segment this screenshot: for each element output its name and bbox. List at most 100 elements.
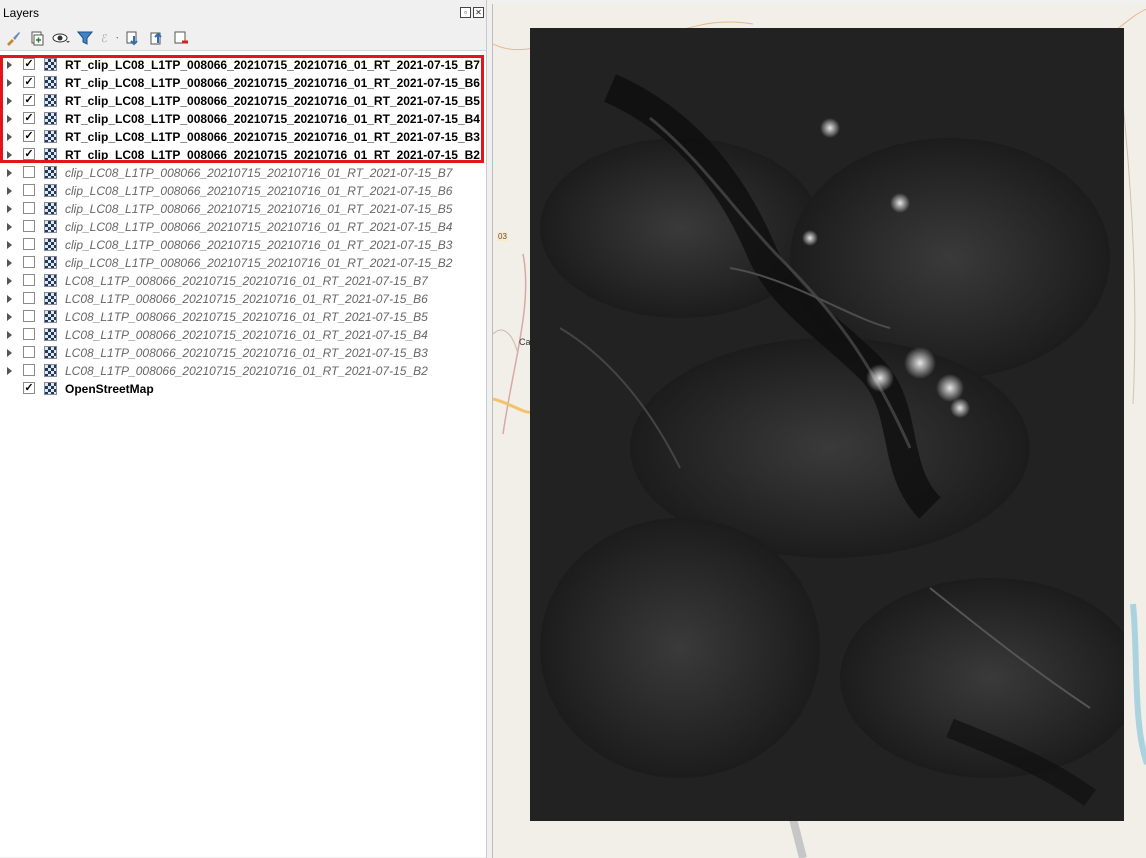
- expand-arrow-icon[interactable]: [7, 295, 12, 303]
- terrain-texture: [530, 28, 1124, 821]
- expand-arrow-icon[interactable]: [7, 349, 12, 357]
- layer-row[interactable]: clip_LC08_L1TP_008066_20210715_20210716_…: [0, 236, 484, 254]
- layer-visibility-checkbox[interactable]: ✓: [23, 130, 35, 142]
- layer-label: RT_clip_LC08_L1TP_008066_20210715_202107…: [65, 76, 480, 90]
- raster-layer-icon: [44, 130, 57, 143]
- layer-visibility-checkbox[interactable]: [23, 184, 35, 196]
- layer-visibility-checkbox[interactable]: [23, 364, 35, 376]
- raster-layer-icon: [44, 166, 57, 179]
- layer-visibility-checkbox[interactable]: [23, 274, 35, 286]
- layer-label: RT_clip_LC08_L1TP_008066_20210715_202107…: [65, 58, 480, 72]
- expand-arrow-icon[interactable]: [7, 277, 12, 285]
- layer-visibility-checkbox[interactable]: [23, 346, 35, 358]
- raster-layer-icon: [44, 346, 57, 359]
- expand-arrow-icon[interactable]: [7, 169, 12, 177]
- layer-label: clip_LC08_L1TP_008066_20210715_20210716_…: [65, 238, 453, 252]
- expand-arrow-icon[interactable]: [7, 331, 12, 339]
- layer-label: LC08_L1TP_008066_20210715_20210716_01_RT…: [65, 274, 428, 288]
- raster-layer: [530, 28, 1124, 821]
- layer-label: LC08_L1TP_008066_20210715_20210716_01_RT…: [65, 364, 428, 378]
- raster-layer-icon: [44, 292, 57, 305]
- expand-arrow-icon[interactable]: [7, 241, 12, 249]
- layer-row[interactable]: LC08_L1TP_008066_20210715_20210716_01_RT…: [0, 344, 484, 362]
- layer-label: clip_LC08_L1TP_008066_20210715_20210716_…: [65, 256, 453, 270]
- filter-icon[interactable]: [76, 29, 94, 47]
- raster-layer-icon: [44, 310, 57, 323]
- layer-label: RT_clip_LC08_L1TP_008066_20210715_202107…: [65, 148, 480, 162]
- raster-layer-icon: [44, 220, 57, 233]
- map-label-place: Ca: [519, 337, 531, 347]
- layer-visibility-checkbox[interactable]: ✓: [23, 76, 35, 88]
- layer-row[interactable]: LC08_L1TP_008066_20210715_20210716_01_RT…: [0, 272, 484, 290]
- raster-layer-icon: [44, 76, 57, 89]
- remove-layer-icon[interactable]: [172, 29, 190, 47]
- expand-all-icon[interactable]: [124, 29, 142, 47]
- layer-row[interactable]: LC08_L1TP_008066_20210715_20210716_01_RT…: [0, 326, 484, 344]
- layer-row[interactable]: clip_LC08_L1TP_008066_20210715_20210716_…: [0, 254, 484, 272]
- raster-layer-icon: [44, 238, 57, 251]
- layer-row[interactable]: clip_LC08_L1TP_008066_20210715_20210716_…: [0, 218, 484, 236]
- expand-arrow-icon[interactable]: [7, 79, 12, 87]
- layer-row[interactable]: ✓ RT_clip_LC08_L1TP_008066_20210715_20210…: [0, 128, 484, 146]
- layer-row[interactable]: LC08_L1TP_008066_20210715_20210716_01_RT…: [0, 290, 484, 308]
- layer-label: LC08_L1TP_008066_20210715_20210716_01_RT…: [65, 310, 428, 324]
- layer-row[interactable]: ✓ OpenStreetMap: [0, 380, 484, 398]
- expand-arrow-icon[interactable]: [7, 61, 12, 69]
- expand-arrow-icon[interactable]: [7, 313, 12, 321]
- expand-arrow-icon[interactable]: [7, 187, 12, 195]
- layer-visibility-checkbox[interactable]: ✓: [23, 382, 35, 394]
- close-icon[interactable]: ✕: [473, 7, 484, 18]
- layer-row[interactable]: clip_LC08_L1TP_008066_20210715_20210716_…: [0, 182, 484, 200]
- layer-label: OpenStreetMap: [65, 382, 154, 396]
- svg-text:ℰ: ℰ: [101, 32, 108, 45]
- layer-row[interactable]: LC08_L1TP_008066_20210715_20210716_01_RT…: [0, 308, 484, 326]
- raster-layer-icon: [44, 382, 57, 395]
- expand-arrow-icon[interactable]: [7, 367, 12, 375]
- raster-layer-icon: [44, 112, 57, 125]
- layer-label: clip_LC08_L1TP_008066_20210715_20210716_…: [65, 166, 453, 180]
- layer-row[interactable]: LC08_L1TP_008066_20210715_20210716_01_RT…: [0, 362, 484, 380]
- paintbrush-icon[interactable]: [4, 29, 22, 47]
- layer-visibility-checkbox[interactable]: [23, 292, 35, 304]
- collapse-all-icon[interactable]: [148, 29, 166, 47]
- raster-layer-icon: [44, 274, 57, 287]
- layer-visibility-checkbox[interactable]: ✓: [23, 58, 35, 70]
- layer-visibility-checkbox[interactable]: [23, 202, 35, 214]
- layer-visibility-checkbox[interactable]: [23, 310, 35, 322]
- layer-row[interactable]: ✓ RT_clip_LC08_L1TP_008066_20210715_20210…: [0, 74, 484, 92]
- layer-visibility-checkbox[interactable]: ✓: [23, 112, 35, 124]
- expand-arrow-icon[interactable]: [7, 223, 12, 231]
- layer-label: clip_LC08_L1TP_008066_20210715_20210716_…: [65, 202, 453, 216]
- layer-row[interactable]: ✓ RT_clip_LC08_L1TP_008066_20210715_20210…: [0, 146, 484, 164]
- layers-toolbar: ℰ: [4, 28, 190, 48]
- layer-row[interactable]: clip_LC08_L1TP_008066_20210715_20210716_…: [0, 200, 484, 218]
- layer-visibility-checkbox[interactable]: [23, 220, 35, 232]
- expand-arrow-icon[interactable]: [7, 259, 12, 267]
- layer-row[interactable]: ✓ RT_clip_LC08_L1TP_008066_20210715_20210…: [0, 56, 484, 74]
- expand-arrow-icon[interactable]: [7, 205, 12, 213]
- layer-label: LC08_L1TP_008066_20210715_20210716_01_RT…: [65, 292, 428, 306]
- add-group-icon[interactable]: [28, 29, 46, 47]
- expand-arrow-icon[interactable]: [7, 133, 12, 141]
- expand-arrow-icon[interactable]: [7, 151, 12, 159]
- map-canvas[interactable]: 03 Ca: [492, 4, 1146, 858]
- layer-visibility-checkbox[interactable]: ✓: [23, 94, 35, 106]
- expand-arrow-icon[interactable]: [7, 115, 12, 123]
- layer-tree: ✓ RT_clip_LC08_L1TP_008066_20210715_20210…: [0, 50, 486, 857]
- eye-icon[interactable]: [52, 29, 70, 47]
- layer-row[interactable]: ✓ RT_clip_LC08_L1TP_008066_20210715_20210…: [0, 92, 484, 110]
- raster-layer-icon: [44, 94, 57, 107]
- map-label-road: 03: [497, 232, 508, 241]
- layer-visibility-checkbox[interactable]: [23, 256, 35, 268]
- layer-row[interactable]: clip_LC08_L1TP_008066_20210715_20210716_…: [0, 164, 484, 182]
- layer-visibility-checkbox[interactable]: [23, 238, 35, 250]
- raster-layer-icon: [44, 184, 57, 197]
- layer-visibility-checkbox[interactable]: [23, 328, 35, 340]
- expression-filter-icon[interactable]: ℰ: [100, 29, 118, 47]
- raster-layer-icon: [44, 364, 57, 377]
- layer-visibility-checkbox[interactable]: ✓: [23, 148, 35, 160]
- expand-arrow-icon[interactable]: [7, 97, 12, 105]
- float-icon[interactable]: ▫: [460, 7, 471, 18]
- layer-visibility-checkbox[interactable]: [23, 166, 35, 178]
- layer-row[interactable]: ✓ RT_clip_LC08_L1TP_008066_20210715_20210…: [0, 110, 484, 128]
